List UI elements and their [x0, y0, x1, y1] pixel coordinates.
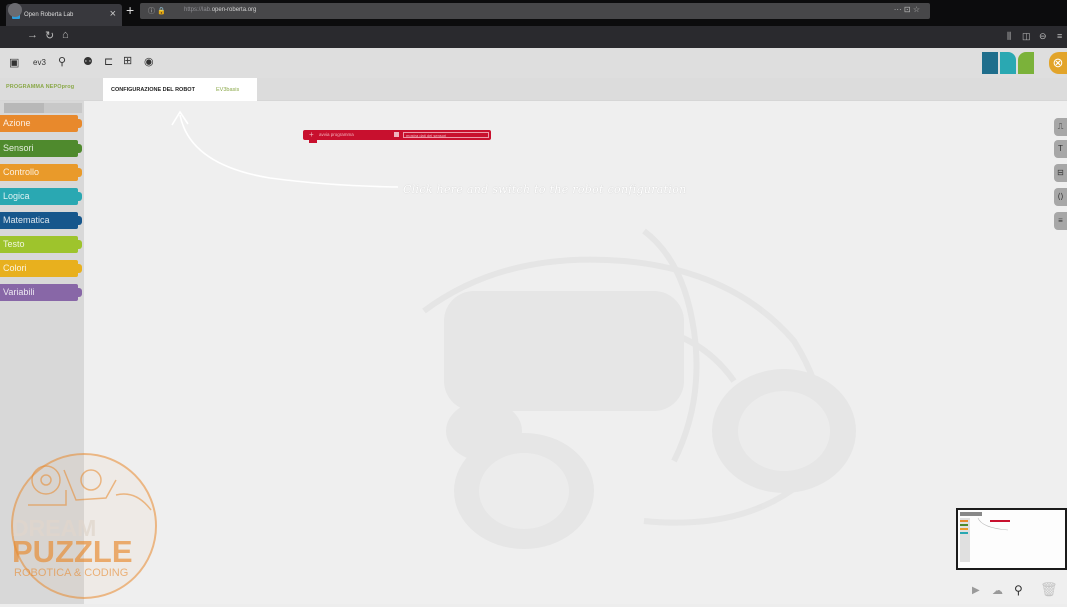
help-icon[interactable]: ⚲	[58, 55, 66, 68]
language-icon[interactable]: ◉	[144, 55, 154, 68]
annotation-arrow	[171, 110, 399, 188]
app-toolbar	[0, 48, 1067, 78]
cloud-icon[interactable]: ☁	[992, 584, 1003, 597]
menu-icon[interactable]: ≡	[1057, 31, 1062, 41]
dream-puzzle-logo: DREAM PUZZLE ROBOTICA & CODING	[11, 453, 157, 599]
share-tool-icon[interactable]: ⟨⟩	[1054, 188, 1067, 206]
workspace-minimap[interactable]	[956, 508, 1067, 570]
settings-tool-icon[interactable]: ≡	[1054, 212, 1067, 230]
account-icon[interactable]: ⊖	[1039, 31, 1047, 42]
category-colori[interactable]: Colori	[0, 260, 82, 277]
url-bar[interactable]: ⓘ 🔒 https://lab.open-roberta.org ··· ⊡ ☆	[140, 3, 930, 19]
sidebar-icon[interactable]: ◫	[1022, 31, 1031, 42]
robot-type-icon[interactable]: ev3	[33, 58, 46, 67]
palette-tab-beginner[interactable]	[4, 103, 44, 113]
library-icon[interactable]: ⫼	[1007, 31, 1011, 42]
edit-icon[interactable]: ▣	[9, 56, 19, 69]
home-icon[interactable]: ⌂	[62, 29, 69, 41]
browser-tab[interactable]: Open Roberta Lab ×	[6, 4, 122, 26]
code-view-icon[interactable]: ⊟	[1054, 164, 1067, 182]
forward-icon[interactable]: →	[27, 29, 38, 41]
dream-puzzle-watermark: DREAM PUZZLE ROBOTICA & CODING	[6, 450, 168, 602]
back-button[interactable]	[8, 3, 22, 17]
watermark-line3: ROBOTICA & CODING	[14, 567, 128, 579]
user-icon[interactable]: ⚉	[83, 55, 93, 68]
lock-icon: ⓘ 🔒	[148, 8, 166, 15]
gallery-icon[interactable]: ⊏	[104, 55, 113, 68]
category-controllo[interactable]: Controllo	[0, 164, 82, 181]
sensor-data-label: mostra dati dei sensori	[403, 132, 489, 138]
tab-program[interactable]: PROGRAMMA NEPOprog	[6, 84, 74, 90]
annotation-text: Click here and switch to the robot confi…	[403, 183, 687, 196]
run-icon[interactable]: ▶	[972, 585, 980, 596]
tutorial-icon[interactable]: ⊞	[123, 54, 132, 67]
watermark-line2: PUZZLE	[12, 534, 133, 569]
url-prefix: https://lab.	[184, 7, 212, 13]
zoom-icon[interactable]: ⚲	[1014, 583, 1023, 597]
tab-config-label: CONFIGURAZIONE DEL ROBOT	[111, 87, 195, 93]
reload-icon[interactable]: ↻	[45, 29, 54, 42]
category-sensori[interactable]: Sensori	[0, 140, 82, 157]
trash-icon[interactable]: 🗑	[1040, 581, 1058, 598]
tab-config-name: EV3basis	[216, 87, 240, 93]
category-testo[interactable]: Testo	[0, 236, 82, 253]
close-workspace-button[interactable]: ⊗	[1049, 52, 1067, 74]
palette-tab-expert[interactable]	[44, 103, 82, 113]
page-actions-icon[interactable]: ··· ⊡ ☆	[894, 5, 920, 14]
tab-robot-configuration[interactable]: CONFIGURAZIONE DEL ROBOT EV3basis	[103, 78, 257, 101]
category-matematica[interactable]: Matematica	[0, 212, 82, 229]
close-tab-icon[interactable]: ×	[110, 8, 116, 20]
text-tool-icon[interactable]: T	[1054, 140, 1067, 158]
url-domain: open-roberta.org	[211, 7, 257, 13]
category-variabili[interactable]: Variabili	[0, 284, 82, 301]
program-info-icon[interactable]: ⎍	[1054, 118, 1067, 136]
minimap-preview	[960, 512, 1010, 562]
browser-tab-title: Open Roberta Lab	[24, 12, 74, 18]
new-tab-button[interactable]: +	[126, 2, 134, 18]
browser-nav-bar	[0, 26, 1067, 48]
category-logica[interactable]: Logica	[0, 188, 82, 205]
category-azione[interactable]: Azione	[0, 115, 82, 132]
